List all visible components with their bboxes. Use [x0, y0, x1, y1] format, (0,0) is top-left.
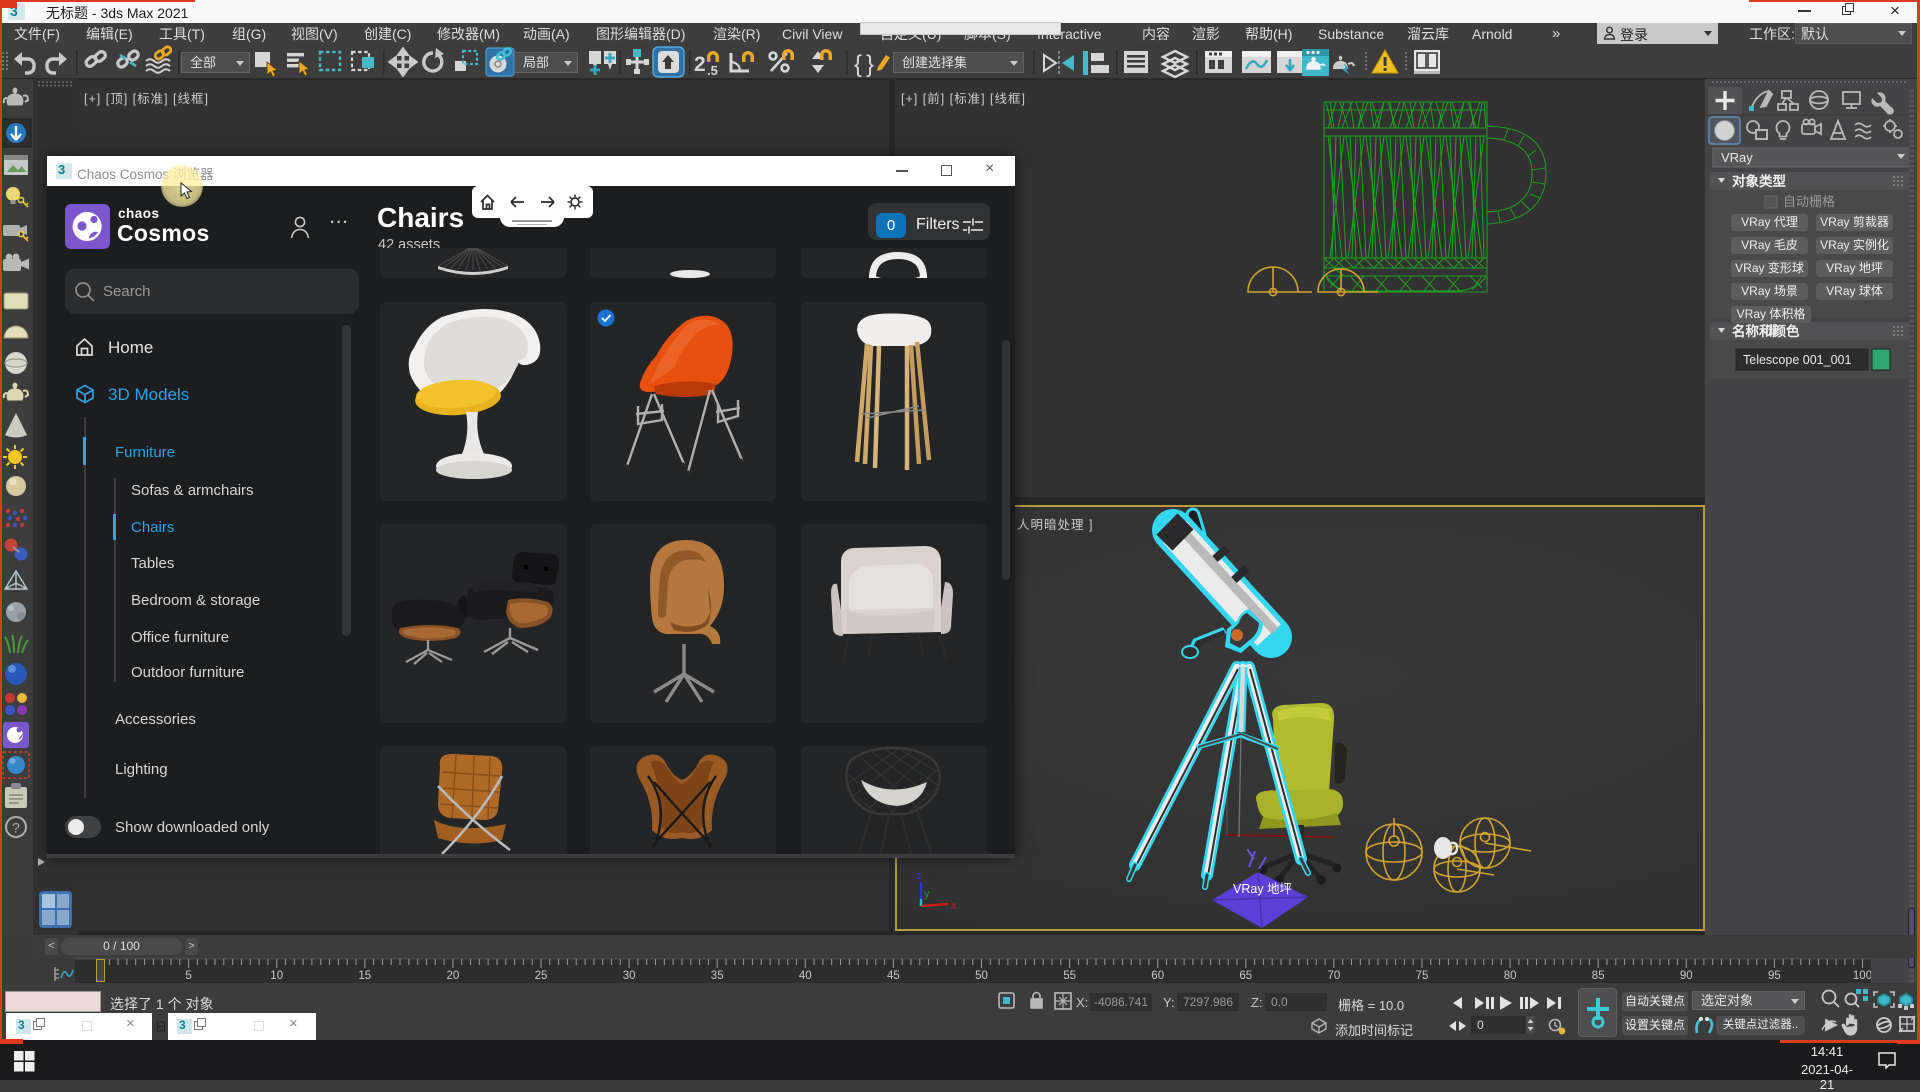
- svg-text:}: }: [866, 51, 874, 78]
- svg-text:5: 5: [185, 970, 191, 982]
- svg-text:80: 80: [1504, 970, 1517, 982]
- svg-text:85: 85: [1592, 970, 1605, 982]
- svg-text:z: z: [916, 870, 922, 882]
- svg-text:VRay: VRay: [1721, 150, 1753, 165]
- svg-text:55: 55: [1063, 970, 1076, 982]
- svg-text:VRay 地坪: VRay 地坪: [1233, 882, 1292, 896]
- svg-text:10: 10: [270, 970, 283, 982]
- svg-text:50: 50: [975, 970, 988, 982]
- svg-text:75: 75: [1416, 970, 1429, 982]
- svg-text:60: 60: [1151, 970, 1164, 982]
- svg-text:15: 15: [358, 970, 371, 982]
- svg-text:20: 20: [447, 970, 460, 982]
- svg-text:35: 35: [711, 970, 724, 982]
- svg-text:自动栅格: 自动栅格: [1783, 194, 1835, 209]
- svg-text:Telescope 001_001: Telescope 001_001: [1743, 353, 1851, 367]
- svg-text:x: x: [951, 900, 957, 912]
- svg-text:2: 2: [694, 53, 706, 76]
- svg-text:40: 40: [799, 970, 812, 982]
- svg-text:90: 90: [1680, 970, 1693, 982]
- svg-text:对象类型: 对象类型: [1732, 173, 1786, 189]
- svg-text:30: 30: [623, 970, 636, 982]
- svg-text:.5: .5: [707, 63, 718, 78]
- svg-text:95: 95: [1768, 970, 1781, 982]
- svg-text:{: {: [854, 51, 862, 78]
- svg-text:70: 70: [1328, 970, 1341, 982]
- svg-text:65: 65: [1239, 970, 1252, 982]
- svg-text:100: 100: [1853, 970, 1871, 982]
- svg-text:?: ?: [12, 820, 20, 836]
- svg-text:y: y: [924, 888, 930, 900]
- svg-text:25: 25: [535, 970, 548, 982]
- svg-text:45: 45: [887, 970, 900, 982]
